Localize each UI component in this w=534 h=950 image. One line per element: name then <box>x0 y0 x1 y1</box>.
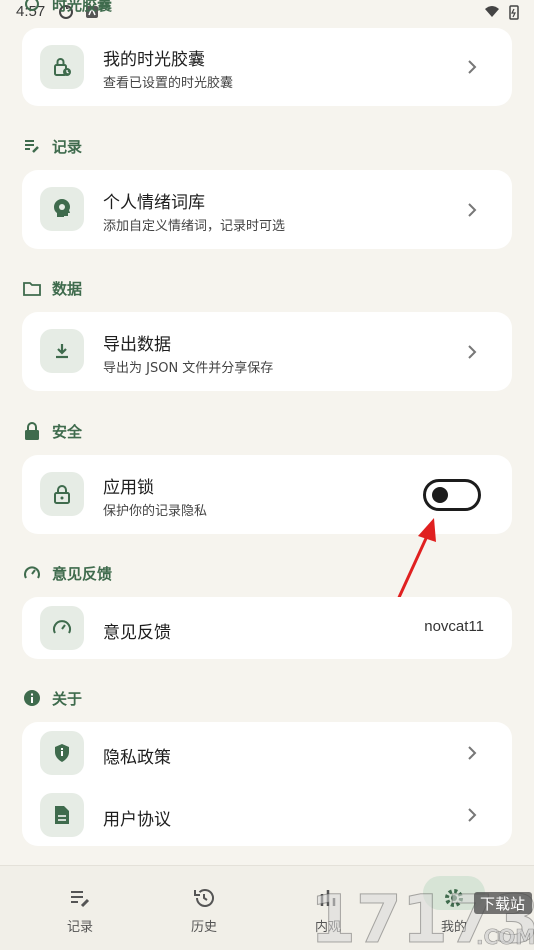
row-subtitle: 查看已设置的时光胶囊 <box>103 76 234 91</box>
privacy-policy-row[interactable]: 隐私政策 <box>22 722 512 784</box>
section-record: 记录 <box>22 134 82 158</box>
download-icon <box>40 329 84 373</box>
section-title: 关于 <box>52 689 83 708</box>
gauge-icon <box>22 563 42 583</box>
nav-label: 历史 <box>190 920 217 935</box>
emotion-lexicon-row[interactable]: 个人情绪词库 添加自定义情绪词，记录时可选 <box>22 170 512 250</box>
history-icon <box>194 889 214 907</box>
toggle-knob <box>432 487 448 503</box>
svg-text:.COM: .COM <box>476 925 534 949</box>
feedback-row[interactable]: 意见反馈 novcat11 <box>22 597 512 659</box>
about-card: 隐私政策 用户协议 <box>22 722 512 846</box>
user-agreement-row[interactable]: 用户协议 <box>22 784 512 846</box>
head-bulb-icon <box>40 187 84 231</box>
app-lock-toggle[interactable] <box>423 479 481 511</box>
document-icon <box>40 793 84 837</box>
export-data-row[interactable]: 导出数据 导出为 JSON 文件并分享保存 <box>22 312 512 392</box>
lock-icon <box>22 421 42 441</box>
svg-text:下载站: 下载站 <box>480 895 525 913</box>
section-feedback: 意见反馈 <box>22 561 112 585</box>
chevron-right-icon <box>468 808 477 822</box>
section-data: 数据 <box>22 276 82 300</box>
data-card: 导出数据 导出为 JSON 文件并分享保存 <box>22 312 512 391</box>
row-title: 应用锁 <box>103 478 154 498</box>
row-title: 我的时光胶囊 <box>103 50 205 70</box>
watermark-logo: 17173 下载站 .COM <box>310 881 534 950</box>
gauge-icon <box>40 606 84 650</box>
lock-icon <box>40 472 84 516</box>
capsule-icon <box>22 0 42 14</box>
row-title: 意见反馈 <box>103 623 171 643</box>
row-title: 导出数据 <box>103 335 171 355</box>
feedback-card: 意见反馈 novcat11 <box>22 597 512 659</box>
shield-icon <box>40 731 84 775</box>
my-capsule-row[interactable]: 我的时光胶囊 查看已设置的时光胶囊 <box>22 28 512 106</box>
section-capsule: 时光胶囊 <box>22 0 112 16</box>
record-card: 个人情绪词库 添加自定义情绪词，记录时可选 <box>22 170 512 249</box>
row-title: 用户协议 <box>103 810 171 830</box>
section-title: 安全 <box>52 422 83 441</box>
row-subtitle: 导出为 JSON 文件并分享保存 <box>103 361 274 376</box>
nav-item-history[interactable]: 历史 <box>169 886 239 935</box>
chevron-right-icon <box>468 746 477 760</box>
nav-label: 记录 <box>66 920 93 935</box>
section-title: 时光胶囊 <box>52 0 113 14</box>
feedback-contact: novcat11 <box>424 618 484 635</box>
section-about: 关于 <box>22 686 82 710</box>
annotation-arrow <box>394 518 436 605</box>
row-title: 隐私政策 <box>103 748 171 768</box>
edit-list-icon <box>71 891 90 908</box>
nav-item-record[interactable]: 记录 <box>45 886 115 935</box>
row-subtitle: 保护你的记录隐私 <box>103 504 208 519</box>
wifi-icon <box>485 6 499 17</box>
section-title: 记录 <box>52 137 83 156</box>
chevron-right-icon <box>468 60 477 74</box>
row-subtitle: 添加自定义情绪词，记录时可选 <box>103 219 286 234</box>
section-title: 数据 <box>52 279 83 298</box>
capsule-card: 我的时光胶囊 查看已设置的时光胶囊 <box>22 28 512 106</box>
info-icon <box>22 688 42 708</box>
chevron-right-icon <box>468 345 477 359</box>
section-security: 安全 <box>22 419 82 443</box>
row-title: 个人情绪词库 <box>103 193 205 213</box>
battery-icon <box>509 5 519 20</box>
chevron-right-icon <box>468 203 477 217</box>
lock-clock-icon <box>40 45 84 89</box>
folder-icon <box>22 278 42 298</box>
edit-list-icon <box>22 136 42 156</box>
section-title: 意见反馈 <box>52 564 113 583</box>
